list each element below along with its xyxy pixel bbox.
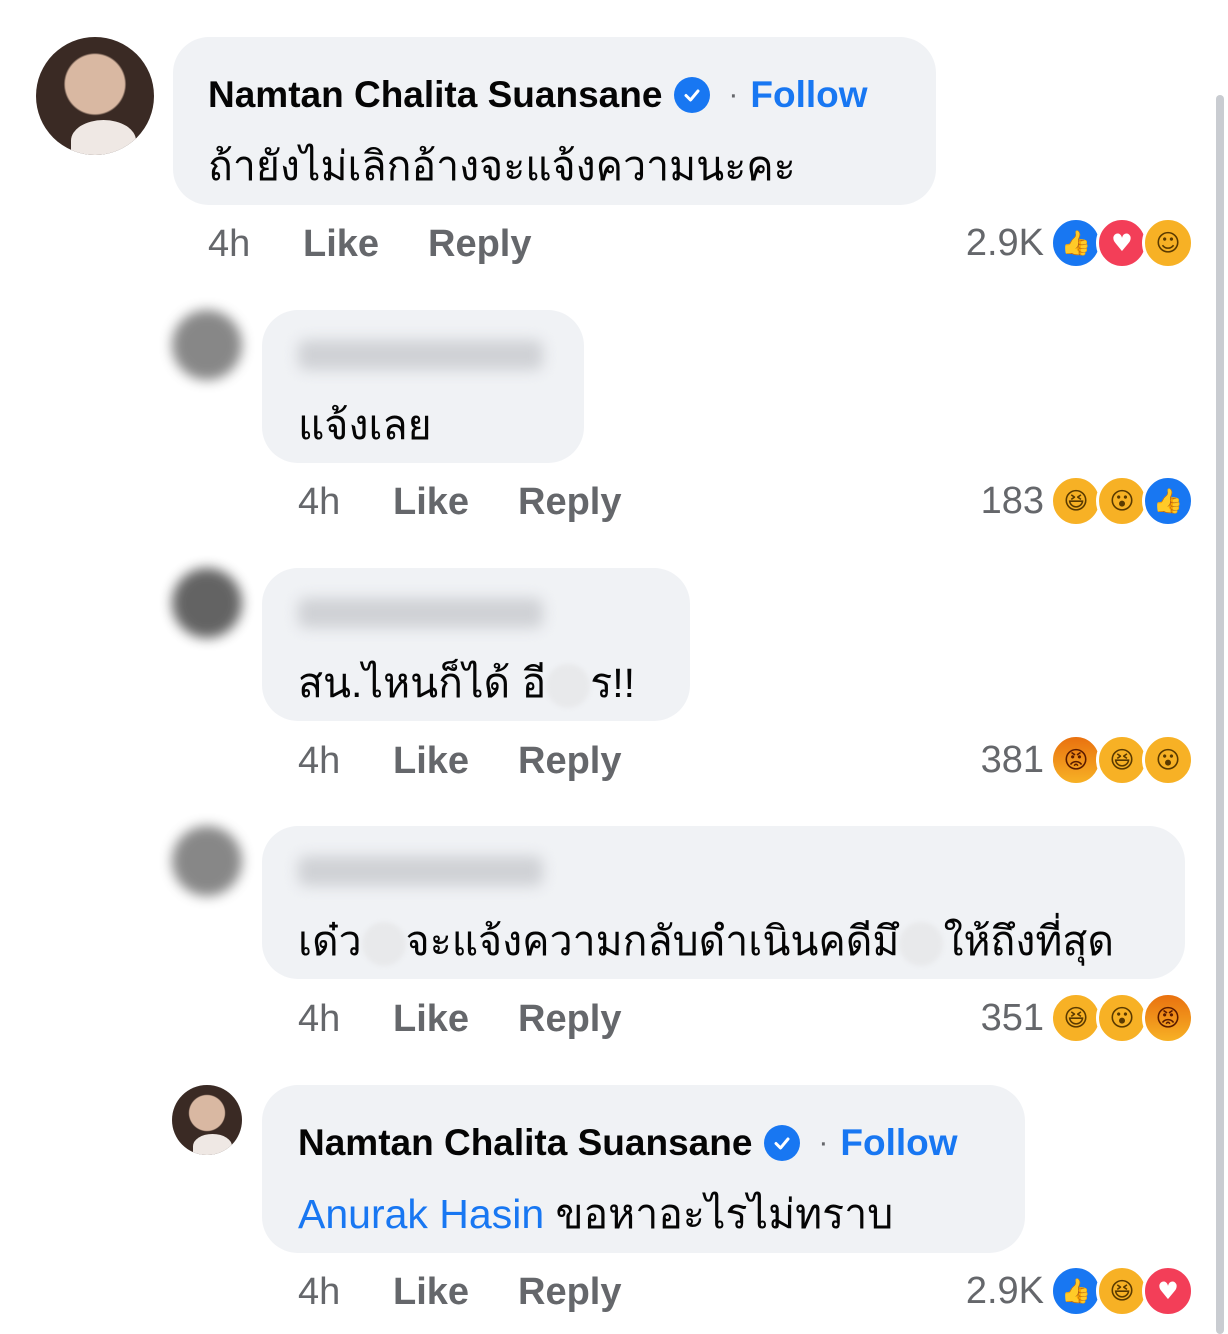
reaction-count: 2.9K bbox=[965, 1269, 1044, 1312]
comment-actions: 4h Like Reply bbox=[298, 998, 621, 1041]
censored-word bbox=[899, 922, 944, 967]
comment-text-part: ขอหาอะไรไม่ทราบ bbox=[544, 1191, 894, 1237]
censored-word bbox=[361, 922, 406, 967]
comment-text-part: จะแจ้งความกลับดำเนินคดีมึ bbox=[405, 918, 900, 964]
reactions-summary[interactable]: 2.9K 👍 ♥ ☺ bbox=[966, 217, 1194, 269]
reply-button[interactable]: Reply bbox=[518, 1271, 621, 1314]
comment-text: แจ้งเลย bbox=[298, 402, 432, 448]
follow-button[interactable]: Follow bbox=[750, 74, 867, 116]
comment-actions: 4h Like Reply bbox=[298, 1271, 621, 1314]
avatar[interactable] bbox=[172, 826, 242, 896]
reply-button[interactable]: Reply bbox=[518, 740, 621, 783]
like-button[interactable]: Like bbox=[393, 1271, 518, 1314]
comment-text-part: ร!! bbox=[590, 660, 636, 706]
like-button[interactable]: Like bbox=[393, 998, 518, 1041]
like-button[interactable]: Like bbox=[393, 481, 518, 524]
comment-actions: 4h Like Reply bbox=[298, 481, 621, 524]
reaction-count: 351 bbox=[980, 996, 1044, 1039]
comment-text-part: สน.ไหนก็ได้ อี bbox=[298, 660, 547, 706]
avatar[interactable] bbox=[172, 568, 242, 638]
haha-icon: 😆 bbox=[1096, 734, 1148, 786]
author-name-blurred bbox=[298, 340, 543, 370]
haha-icon: 😆 bbox=[1096, 1265, 1148, 1317]
wow-icon: 😮 bbox=[1096, 992, 1148, 1044]
comment-header: Namtan Chalita Suansane · Follow bbox=[208, 72, 868, 118]
author-name-blurred bbox=[298, 598, 543, 628]
wow-icon: 😮 bbox=[1096, 475, 1148, 527]
avatar[interactable] bbox=[172, 310, 242, 380]
timestamp[interactable]: 4h bbox=[298, 998, 393, 1041]
angry-icon: 😡 bbox=[1142, 992, 1194, 1044]
comment-text: สน.ไหนก็ได้ อี ร!! bbox=[298, 651, 635, 716]
reply-button[interactable]: Reply bbox=[518, 481, 621, 524]
comment-text: ถ้ายังไม่เลิกอ้างจะแจ้งความนะคะ bbox=[208, 143, 796, 189]
separator-dot: · bbox=[728, 78, 739, 111]
comment-actions: 4h Like Reply bbox=[298, 740, 621, 783]
avatar[interactable] bbox=[172, 1085, 242, 1155]
comment-actions: 4h Like Reply bbox=[208, 223, 531, 266]
censored-word bbox=[546, 664, 591, 709]
haha-icon: 😆 bbox=[1050, 992, 1102, 1044]
separator-dot: · bbox=[818, 1126, 829, 1159]
love-icon: ♥ bbox=[1096, 217, 1148, 269]
mention-link[interactable]: Anurak Hasin bbox=[298, 1191, 544, 1237]
avatar[interactable] bbox=[36, 37, 154, 155]
comment-header: Namtan Chalita Suansane · Follow bbox=[298, 1120, 958, 1166]
care-icon: ☺ bbox=[1142, 217, 1194, 269]
reaction-count: 381 bbox=[980, 738, 1044, 781]
comment-text: เด๋ว จะแจ้งความกลับดำเนินคดีมึ ให้ถึงที่สุ… bbox=[298, 909, 1114, 974]
verified-badge-icon bbox=[674, 77, 711, 113]
timestamp[interactable]: 4h bbox=[298, 1271, 393, 1314]
timestamp[interactable]: 4h bbox=[298, 740, 393, 783]
author-name[interactable]: Namtan Chalita Suansane bbox=[298, 1122, 752, 1164]
reactions-summary[interactable]: 183 😆 😮 👍 bbox=[981, 475, 1194, 527]
reply-button[interactable]: Reply bbox=[428, 223, 531, 266]
author-name-blurred bbox=[298, 856, 543, 886]
reaction-count: 183 bbox=[980, 479, 1044, 522]
like-icon: 👍 bbox=[1050, 217, 1102, 269]
haha-icon: 😆 bbox=[1050, 475, 1102, 527]
author-name[interactable]: Namtan Chalita Suansane bbox=[208, 74, 662, 116]
comment-text-part: เด๋ว bbox=[298, 918, 362, 964]
comment-text-part: ให้ถึงที่สุด bbox=[943, 918, 1115, 964]
reaction-count: 2.9K bbox=[965, 221, 1044, 264]
like-button[interactable]: Like bbox=[393, 740, 518, 783]
like-button[interactable]: Like bbox=[303, 223, 428, 266]
like-icon: 👍 bbox=[1050, 1265, 1102, 1317]
verified-badge-icon bbox=[764, 1125, 801, 1161]
scrollbar[interactable] bbox=[1216, 95, 1224, 1334]
love-icon: ♥ bbox=[1142, 1265, 1194, 1317]
reactions-summary[interactable]: 381 😡 😆 😮 bbox=[981, 734, 1194, 786]
timestamp[interactable]: 4h bbox=[208, 223, 303, 266]
angry-icon: 😡 bbox=[1050, 734, 1102, 786]
comment-text: Anurak Hasin ขอหาอะไรไม่ทราบ bbox=[298, 1182, 893, 1247]
wow-icon: 😮 bbox=[1142, 734, 1194, 786]
reactions-summary[interactable]: 351 😆 😮 😡 bbox=[981, 992, 1194, 1044]
reactions-summary[interactable]: 2.9K 👍 😆 ♥ bbox=[966, 1265, 1194, 1317]
follow-button[interactable]: Follow bbox=[840, 1122, 957, 1164]
like-icon: 👍 bbox=[1142, 475, 1194, 527]
timestamp[interactable]: 4h bbox=[298, 481, 393, 524]
reply-button[interactable]: Reply bbox=[518, 998, 621, 1041]
